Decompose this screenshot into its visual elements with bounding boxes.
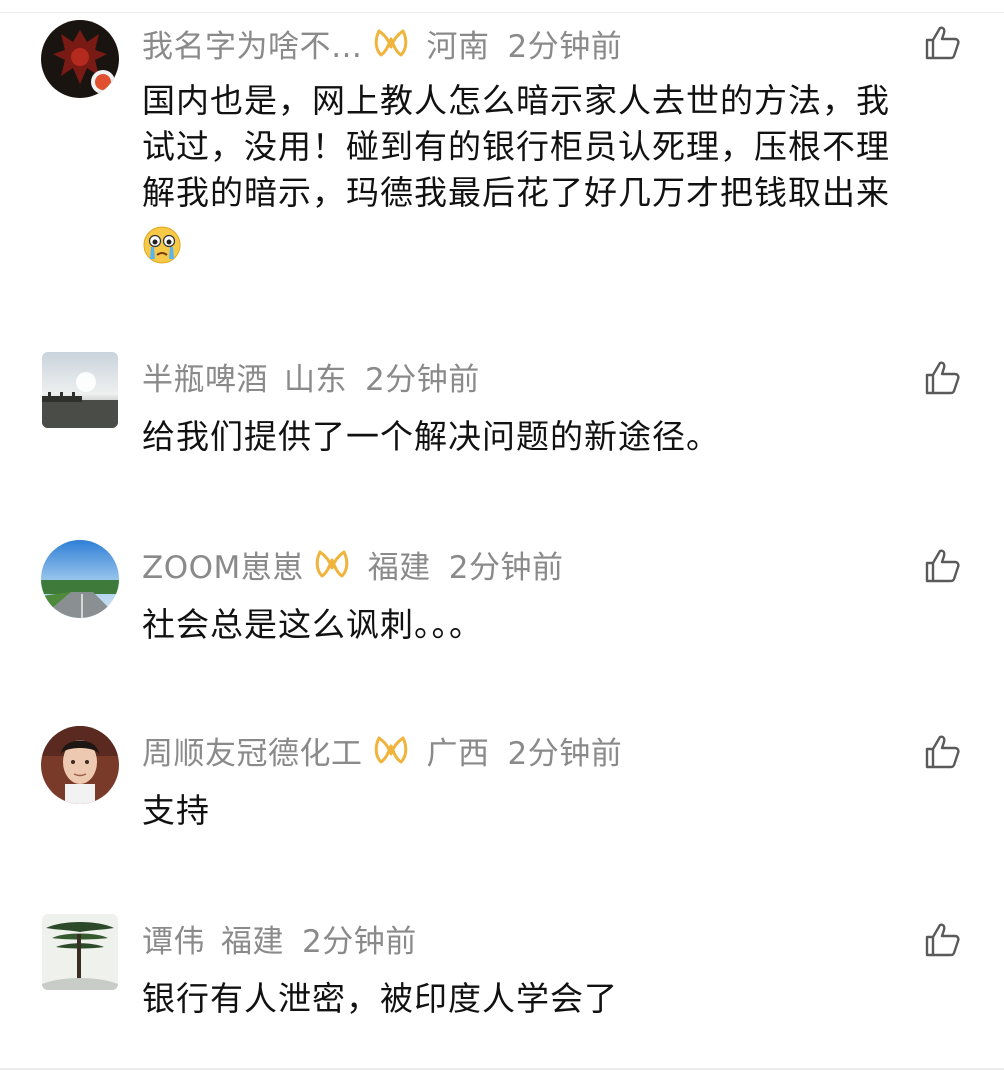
avatar[interactable] <box>41 540 119 618</box>
timestamp: 2分钟前 <box>448 549 564 586</box>
username[interactable]: 半瓶啤酒 <box>142 354 268 399</box>
vip-badge-icon <box>314 548 350 580</box>
comment-text: 社会总是这么讽刺。。。 <box>142 605 483 644</box>
comment-meta: 半瓶啤酒 山东 2分钟前 <box>142 354 480 399</box>
username[interactable]: 谭伟 <box>142 916 205 961</box>
timestamp: 2分钟前 <box>507 735 623 772</box>
comment-text: 银行有人泄密，被印度人学会了 <box>142 979 618 1018</box>
timestamp: 2分钟前 <box>365 361 480 398</box>
avatar[interactable] <box>42 914 118 990</box>
location: 福建 <box>367 549 431 586</box>
location: 福建 <box>221 923 284 960</box>
username[interactable]: 我名字为啥不… <box>142 21 363 66</box>
timestamp: 2分钟前 <box>507 28 623 65</box>
avatar[interactable] <box>42 352 118 428</box>
comment-text-line: 解我的暗示，玛德我最后花了好几万才把钱取出来 <box>142 173 890 212</box>
top-divider <box>0 12 1004 13</box>
like-thumb-icon[interactable] <box>922 732 962 772</box>
like-thumb-icon[interactable] <box>922 23 962 63</box>
comment-text: 支持 <box>142 791 210 830</box>
comment-text: 国内也是，网上教人怎么暗示家人去世的方法，我 试过，没用！碰到有的银行柜员认死理… <box>142 78 972 270</box>
username[interactable]: 周顺友冠德化工 <box>142 728 363 773</box>
comment-meta: 我名字为啥不… 河南 2分钟前 <box>142 21 623 66</box>
bottom-divider <box>0 1068 1004 1070</box>
location: 广西 <box>426 735 490 772</box>
avatar[interactable] <box>41 726 119 804</box>
comment-meta: ZOOM崽崽 福建 2分钟前 <box>142 542 564 587</box>
like-thumb-icon[interactable] <box>922 920 962 960</box>
comment-text-line: 国内也是，网上教人怎么暗示家人去世的方法，我 <box>142 81 890 120</box>
location: 河南 <box>426 28 490 65</box>
username[interactable]: ZOOM崽崽 <box>142 542 304 587</box>
timestamp: 2分钟前 <box>302 923 417 960</box>
like-thumb-icon[interactable] <box>922 358 962 398</box>
like-thumb-icon[interactable] <box>922 546 962 586</box>
comment-meta: 周顺友冠德化工 广西 2分钟前 <box>142 728 623 773</box>
vip-badge-icon <box>373 734 409 766</box>
comment-meta: 谭伟 福建 2分钟前 <box>142 916 417 961</box>
crying-emoji-icon <box>142 225 182 265</box>
comment-text-line: 试过，没用！碰到有的银行柜员认死理，压根不理 <box>142 127 890 166</box>
location: 山东 <box>284 361 347 398</box>
vip-badge-icon <box>373 27 409 59</box>
avatar[interactable] <box>41 20 119 98</box>
comment-text: 给我们提供了一个解决问题的新途径。 <box>142 417 720 456</box>
